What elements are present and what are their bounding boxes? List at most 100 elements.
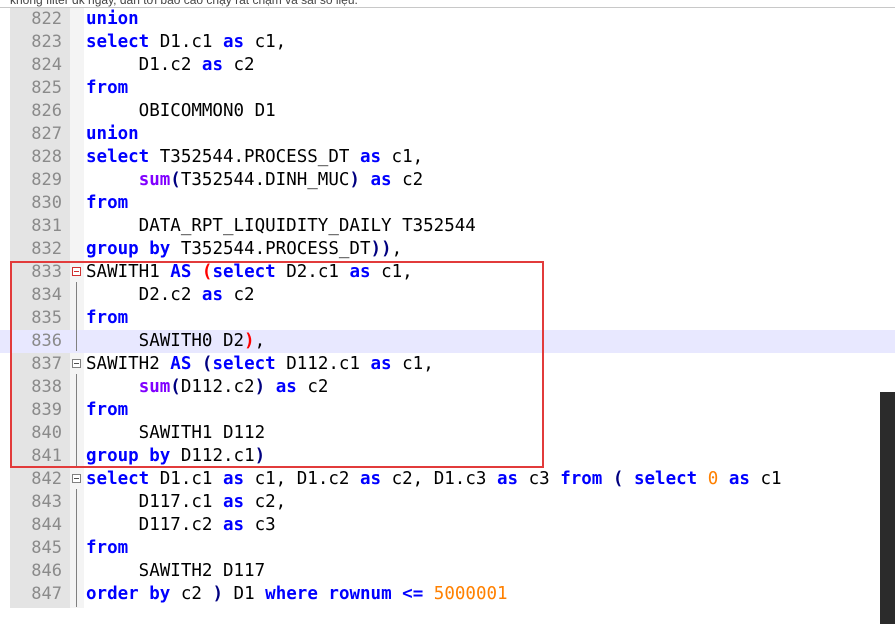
code-token: ) — [212, 584, 224, 604]
code-line[interactable]: 823 select D1.c1 as c1, — [0, 31, 895, 54]
code-line[interactable]: 832 group by T352544.PROCESS_DT)), — [0, 238, 895, 261]
line-number: 847 — [31, 584, 62, 604]
code-line[interactable]: 828 select T352544.PROCESS_DT as c1, — [0, 146, 895, 169]
line-number: 842 — [31, 469, 62, 489]
line-number: 831 — [31, 216, 62, 236]
code-token: c2 — [391, 170, 424, 190]
line-number: 822 — [31, 9, 62, 29]
code-token: T352544.PROCESS_DT — [170, 239, 371, 259]
code-token: D1.c1 — [149, 32, 223, 52]
code-token: D117.c1 — [86, 492, 223, 512]
code-token: from — [86, 193, 129, 213]
code-token: select — [633, 469, 698, 489]
code-line[interactable]: 831 DATA_RPT_LIQUIDITY_DAILY T352544 — [0, 215, 895, 238]
code-token: c2 — [222, 55, 255, 75]
line-number: 843 — [31, 492, 62, 512]
code-token: as — [496, 469, 519, 489]
code-token: as — [222, 32, 245, 52]
code-token: T352544.DINH_MUC — [180, 170, 350, 190]
code-text: SAWITH2 D117 — [86, 560, 265, 583]
code-text: select D1.c1 as c1, D1.c2 as c2, D1.c3 a… — [86, 468, 782, 491]
code-line[interactable]: 843 D117.c1 as c2, — [0, 491, 895, 514]
code-line[interactable]: 842 select D1.c1 as c1, D1.c2 as c2, D1.c… — [0, 468, 895, 491]
code-token: ) — [349, 170, 360, 190]
code-token: as — [222, 469, 245, 489]
code-token: sum — [138, 170, 171, 190]
line-number: 826 — [31, 101, 62, 121]
code-token: as — [359, 147, 382, 167]
code-token: c1, — [244, 32, 287, 52]
code-text: group by T352544.PROCESS_DT)), — [86, 238, 402, 261]
code-text: D117.c2 as c3 — [86, 514, 276, 537]
code-token: c2, D1.c3 — [381, 469, 497, 489]
line-number: 846 — [31, 561, 62, 581]
line-number: 845 — [31, 538, 62, 558]
code-text: union — [86, 123, 139, 146]
code-token: , — [391, 239, 403, 259]
code-line[interactable]: 824 D1.c2 as c2 — [0, 54, 895, 77]
code-token: from — [86, 538, 129, 558]
code-line[interactable]: 827 union — [0, 123, 895, 146]
code-line[interactable]: 829 sum(T352544.DINH_MUC) as c2 — [0, 169, 895, 192]
line-number: 827 — [31, 124, 62, 144]
vertical-scrollbar[interactable] — [880, 392, 895, 624]
code-token: select — [86, 469, 150, 489]
code-token: c2 — [170, 584, 213, 604]
code-line[interactable]: 830 from — [0, 192, 895, 215]
code-token: as — [728, 469, 750, 489]
code-token: where — [265, 584, 318, 604]
code-token: by — [149, 584, 171, 604]
code-text: order by c2 ) D1 where rownum <= 5000001 — [86, 583, 508, 606]
code-line[interactable]: 845 from — [0, 537, 895, 560]
code-token: as — [222, 515, 245, 535]
code-text: from — [86, 537, 128, 560]
line-number: 829 — [31, 170, 62, 190]
code-token: c1 — [749, 469, 782, 489]
code-token: D1 — [223, 584, 266, 604]
code-token: c2, — [244, 492, 287, 512]
fold-guide-line — [76, 489, 77, 607]
code-token: c3 — [244, 515, 276, 535]
code-text: select T352544.PROCESS_DT as c1, — [86, 146, 423, 169]
code-token: <= — [402, 584, 424, 604]
code-text: sum(T352544.DINH_MUC) as c2 — [86, 169, 424, 192]
code-line[interactable]: 844 D117.c2 as c3 — [0, 514, 895, 537]
code-token: )) — [370, 239, 392, 259]
code-text: select D1.c1 as c1, — [86, 31, 286, 54]
code-token: order — [86, 584, 139, 604]
code-token: by — [149, 239, 171, 259]
fold-toggle-icon[interactable] — [72, 474, 81, 483]
code-token: ( — [170, 170, 181, 190]
line-number: 823 — [31, 32, 62, 52]
code-token: union — [86, 124, 139, 144]
code-token: as — [201, 55, 223, 75]
line-number: 832 — [31, 239, 62, 259]
code-text: from — [86, 192, 128, 215]
code-text: D1.c2 as c2 — [86, 54, 255, 77]
line-number: 844 — [31, 515, 62, 535]
code-line[interactable]: 846 SAWITH2 D117 — [0, 560, 895, 583]
code-line[interactable]: 822 union — [0, 8, 895, 31]
code-token: ( — [612, 469, 624, 489]
code-token: 0 — [707, 469, 719, 489]
code-line[interactable]: 826 OBICOMMON0 D1 — [0, 100, 895, 123]
code-line[interactable]: 825 from — [0, 77, 895, 100]
code-token: D1.c1 — [149, 469, 223, 489]
code-text: OBICOMMON0 D1 — [86, 100, 276, 123]
code-text: union — [86, 8, 139, 31]
code-token: 5000001 — [433, 584, 508, 604]
code-line[interactable]: 847 order by c2 ) D1 where rownum <= 5000… — [0, 583, 895, 606]
code-token: as — [359, 469, 382, 489]
code-token: rownum — [328, 584, 392, 604]
code-text: DATA_RPT_LIQUIDITY_DAILY T352544 — [86, 215, 476, 238]
code-token: D117.c2 — [86, 515, 223, 535]
